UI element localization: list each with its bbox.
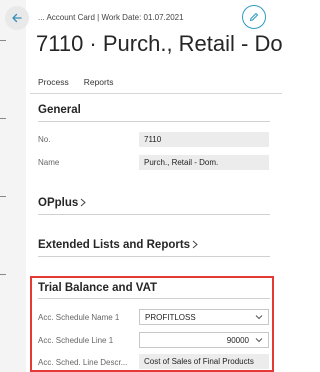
acc-schedule-line-select[interactable]: 90000 [139,332,269,348]
edit-button[interactable] [242,5,266,29]
section-divider [38,121,270,122]
background-panel [0,0,26,372]
reports-menu[interactable]: Reports [84,77,114,87]
section-opplus-label: OPplus [38,197,79,209]
divider [30,93,282,94]
chevron-down-icon [255,338,263,343]
no-label: No. [38,135,51,144]
acc-schedule-name-value: PROFITLOSS [145,312,196,322]
acc-schedule-line-label: Acc. Schedule Line 1 [38,336,114,345]
section-extended-title[interactable]: Extended Lists and Reports [38,239,198,251]
chevron-right-icon [192,241,198,249]
background-dash [0,274,6,275]
no-field: 7110 [139,132,269,147]
action-bar: Process Reports [38,77,113,87]
breadcrumb: ... Account Card | Work Date: 01.07.2021 [38,13,184,22]
acc-sched-line-descr-field: Cost of Sales of Final Products [139,354,269,369]
section-extended-label: Extended Lists and Reports [38,239,191,251]
acc-schedule-name-label: Acc. Schedule Name 1 [38,313,120,322]
background-dash [0,40,6,41]
arrow-left-icon [12,13,22,23]
section-opplus-title[interactable]: OPplus [38,197,87,209]
acc-sched-line-descr-label: Acc. Sched. Line Descr... [38,358,128,367]
process-menu[interactable]: Process [38,77,69,87]
background-dash [0,118,6,119]
back-button[interactable] [5,6,29,30]
section-divider [38,256,270,257]
background-dash [0,196,6,197]
section-divider [38,214,270,215]
section-trial-balance-title[interactable]: Trial Balance and VAT [38,282,157,294]
pencil-icon [250,13,258,21]
section-divider [38,298,270,299]
name-field: Purch., Retail - Dom. [139,155,269,170]
page-title: 7110 · Purch., Retail - Dom [36,31,282,56]
section-general-title[interactable]: General [38,104,81,116]
chevron-down-icon [255,315,263,320]
chevron-right-icon [80,199,87,207]
acc-schedule-name-select[interactable]: PROFITLOSS [139,309,269,325]
name-label: Name [38,158,60,167]
acc-schedule-line-value: 90000 [226,335,249,345]
